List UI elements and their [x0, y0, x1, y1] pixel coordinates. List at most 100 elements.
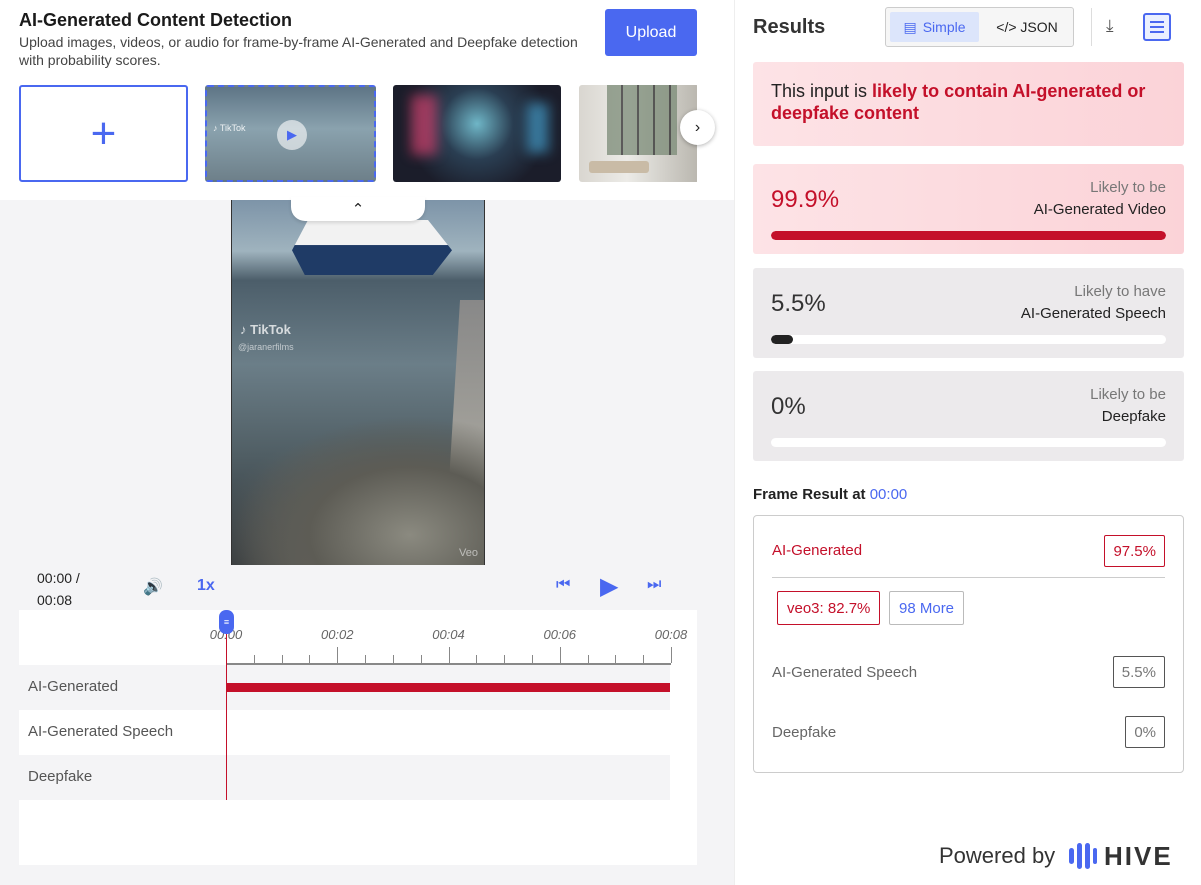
timeline-tick-label: 00:04: [432, 627, 465, 642]
model-chip-veo3[interactable]: veo3: 82.7%: [777, 591, 881, 625]
play-icon[interactable]: ▶: [600, 572, 618, 601]
score-percent: 5.5%: [771, 290, 826, 317]
score-bar-fill: [771, 231, 1166, 240]
timeline-track-bar: [226, 683, 670, 692]
video-preview[interactable]: ♪ TikTok @jaranerfilms Veo: [231, 200, 485, 565]
left-pane: AI-Generated Content Detection Upload im…: [0, 0, 734, 885]
neon-glow: [411, 95, 437, 155]
frame-result-box: AI-Generated 97.5% veo3: 82.7% 98 More A…: [753, 515, 1184, 773]
score-caption: Likely to be: [1090, 179, 1166, 196]
score-percent: 0%: [771, 393, 806, 420]
timeline-tick: [643, 655, 645, 663]
frame-ai-value: 97.5%: [1104, 535, 1165, 567]
timeline-tick: [671, 647, 672, 663]
timeline-tick: [309, 655, 311, 663]
divider: [772, 577, 1165, 578]
score-category: Deepfake: [1101, 408, 1166, 425]
score-percent: 99.9%: [771, 186, 840, 213]
score-category: AI-Generated Video: [1033, 201, 1166, 218]
timeline-player: 00:00 / 00:08 🔊 1x ⏮ ▶ ⏭ 00:0000:0200:04…: [19, 565, 697, 865]
frame-speech-value: 5.5%: [1112, 656, 1165, 688]
timeline-tick: [253, 655, 255, 663]
timeline-tick: [281, 655, 283, 663]
volume-icon[interactable]: 🔊: [143, 577, 163, 597]
header: AI-Generated Content Detection Upload im…: [0, 0, 734, 200]
score-category: AI-Generated Speech: [1020, 305, 1166, 322]
collapse-button[interactable]: ⌃: [291, 197, 425, 221]
divider: [1091, 8, 1092, 46]
window-shape: [607, 85, 677, 155]
frame-time[interactable]: 00:00: [870, 486, 908, 503]
scrubber-handle[interactable]: ≡: [219, 610, 234, 634]
verdict-prefix: This input is: [771, 81, 873, 101]
timeline-tick: [365, 655, 367, 663]
timeline-tick: [559, 647, 561, 663]
score-bar-track: [771, 438, 1166, 447]
tiktok-handle: @jaranerfilms: [238, 342, 294, 352]
frame-ai-label: AI-Generated: [772, 542, 863, 559]
skip-back-icon[interactable]: ⏮: [556, 576, 570, 594]
thumbnail-strip: + ♪ TikTok ▶: [19, 85, 697, 182]
page-title: AI-Generated Content Detection: [19, 10, 293, 30]
score-card: 5.5% Likely to have AI-Generated Speech: [753, 268, 1184, 358]
plus-icon: +: [90, 108, 117, 158]
upload-button[interactable]: Upload: [605, 9, 697, 56]
thumbnail-harbor-video[interactable]: ♪ TikTok ▶: [205, 85, 376, 182]
rocks-shape: [232, 415, 484, 565]
timeline-track-label: Deepfake: [28, 768, 93, 785]
thumbnail-living-room[interactable]: [579, 85, 697, 182]
frame-deepfake-label: Deepfake: [772, 724, 837, 741]
timeline-tick: [587, 655, 589, 663]
timeline-tick: [448, 647, 450, 663]
timeline-track-row[interactable]: AI-Generated: [19, 665, 670, 710]
timeline-ruler[interactable]: [226, 647, 672, 665]
skip-forward-icon[interactable]: ⏭: [647, 576, 661, 594]
thumbnail-cyberpunk-woman[interactable]: [393, 85, 561, 182]
score-card: 0% Likely to be Deepfake: [753, 371, 1184, 461]
list-view-icon[interactable]: [1143, 13, 1171, 41]
frame-result-title: Frame Result at 00:00: [753, 486, 907, 503]
frame-deepfake-value: 0%: [1125, 716, 1165, 748]
more-models-chip[interactable]: 98 More: [889, 591, 965, 625]
download-icon[interactable]: ⤓: [1106, 16, 1114, 36]
timeline-track-label: AI-Generated: [28, 678, 119, 695]
score-bar-track: [771, 335, 1166, 344]
timeline-tick: [504, 655, 506, 663]
results-title: Results: [753, 16, 826, 38]
hive-logo-icon: [1069, 843, 1097, 869]
next-arrow-button[interactable]: ›: [680, 110, 715, 145]
frame-title-label: Frame Result at: [753, 486, 870, 503]
ship-shape: [292, 220, 452, 275]
timeline-tick-label: 00:02: [320, 627, 354, 642]
score-card: 99.9% Likely to be AI-Generated Video: [753, 164, 1184, 254]
tiktok-watermark: ♪ TikTok: [213, 123, 246, 133]
timeline-track-row[interactable]: AI-Generated Speech: [19, 710, 670, 755]
chevron-up-icon: ⌃: [351, 201, 365, 218]
neon-glow: [527, 103, 549, 153]
timeline-tick-label: 00:08: [654, 627, 688, 642]
score-bar-track: [771, 231, 1166, 240]
toggle-simple[interactable]: ▤ Simple: [890, 12, 979, 42]
results-pane: Results ▤ Simple </> JSON ⤓ This input i…: [734, 0, 1201, 885]
timeline-tick: [476, 655, 478, 663]
hive-brand-name: HIVE: [1104, 841, 1173, 871]
timeline-track-row[interactable]: Deepfake: [19, 755, 670, 800]
timeline-tick: [615, 655, 617, 663]
page-subtitle: Upload images, videos, or audio for fram…: [19, 34, 578, 68]
toggle-json[interactable]: </> JSON: [983, 12, 1071, 42]
toggle-simple-label: Simple: [922, 19, 966, 35]
add-media-tile[interactable]: +: [19, 85, 188, 182]
chevron-right-icon: ›: [694, 118, 701, 136]
veo-watermark: Veo: [459, 547, 478, 559]
score-caption: Likely to have: [1074, 283, 1166, 300]
speed-button[interactable]: 1x: [197, 577, 215, 595]
powered-by-text: Powered by: [939, 843, 1056, 868]
timeline-tick: [392, 655, 394, 663]
timeline-track-label: AI-Generated Speech: [28, 723, 174, 740]
timeline-tick: [337, 647, 339, 663]
tiktok-watermark: ♪ TikTok: [240, 322, 291, 337]
player-controls: 00:00 / 00:08 🔊 1x ⏮ ▶ ⏭: [19, 565, 697, 610]
time-readout: 00:00 / 00:08: [37, 570, 80, 608]
sofa-shape: [589, 161, 649, 173]
timeline-tick-labels: 00:0000:0200:0400:0600:08: [19, 627, 697, 645]
